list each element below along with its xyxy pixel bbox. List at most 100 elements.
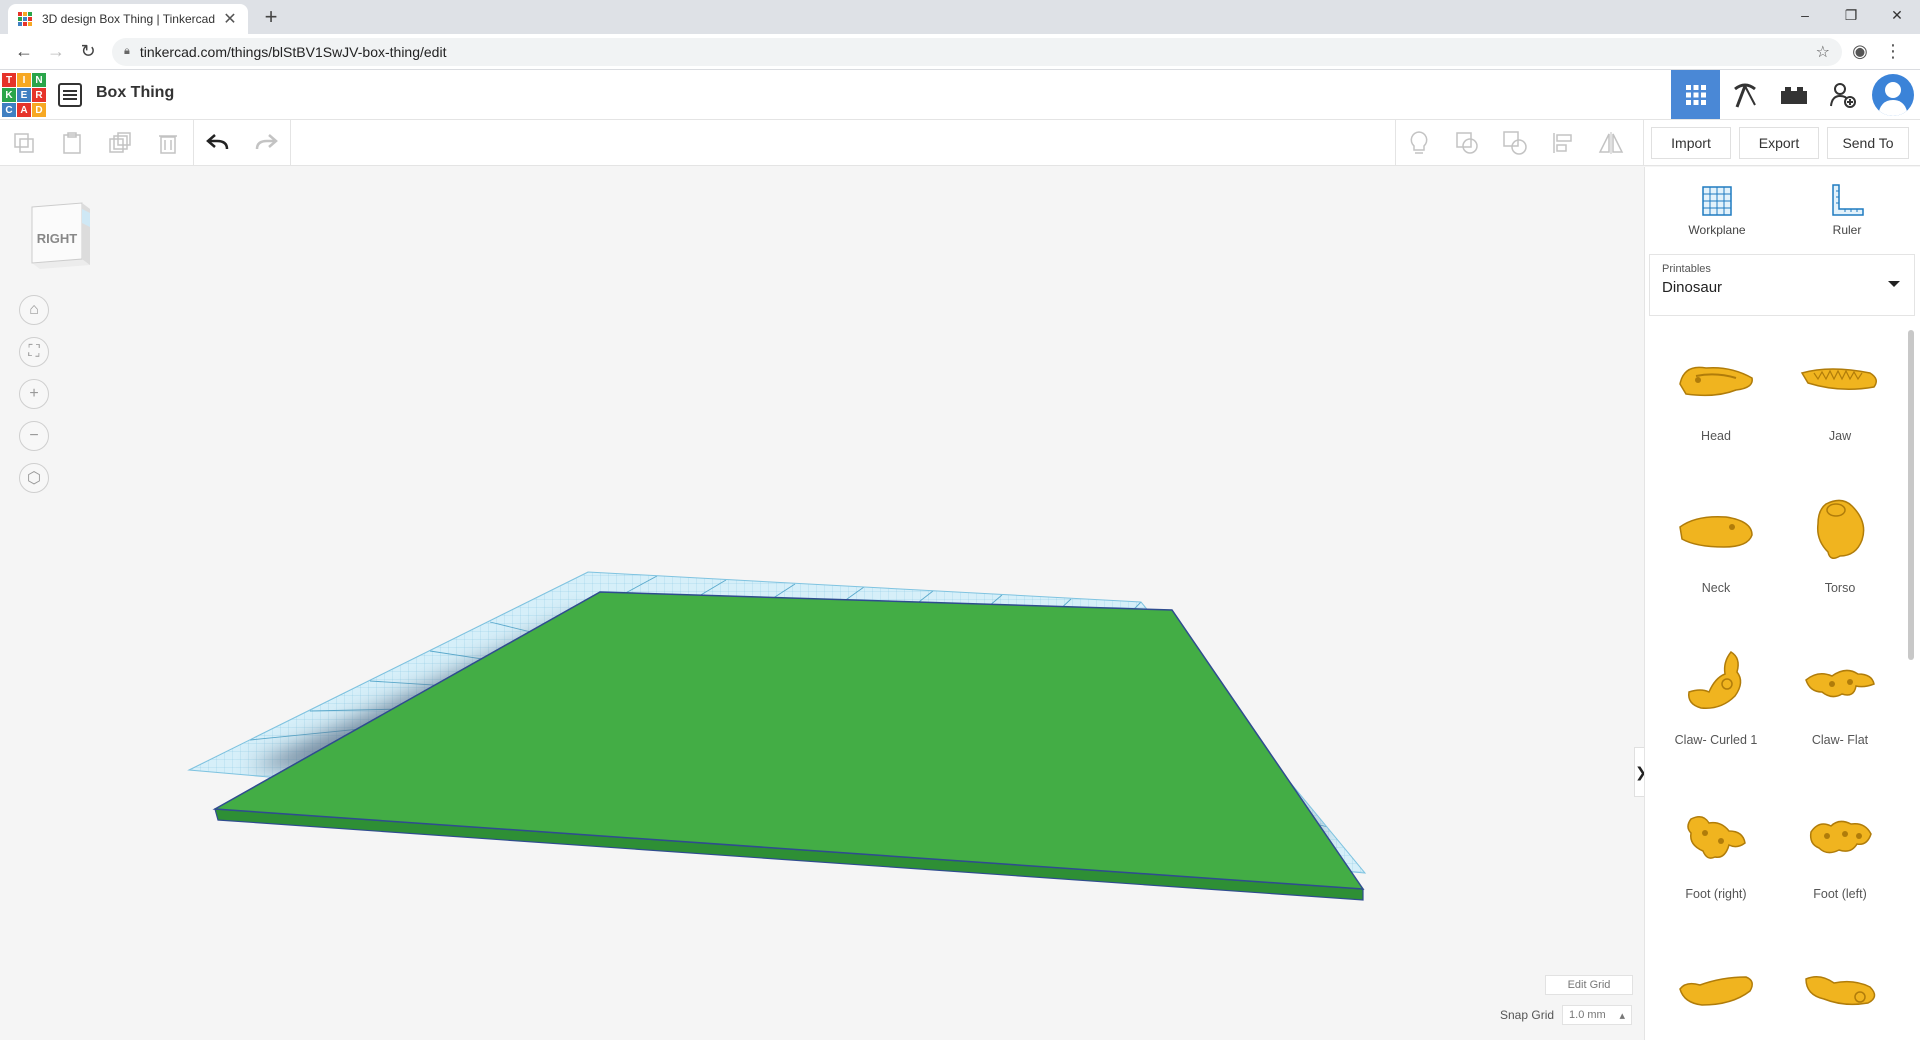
library-caption: Printables <box>1662 263 1711 275</box>
shape-item-claw-curled[interactable]: Claw- Curled 1 <box>1657 633 1775 783</box>
library-value: Dinosaur <box>1662 279 1723 296</box>
shape-label: Neck <box>1701 581 1731 595</box>
logo-letter: N <box>32 73 46 87</box>
align-icon[interactable] <box>1539 120 1587 166</box>
shape-item-jaw[interactable]: Jaw <box>1781 329 1899 479</box>
bookmark-star-icon[interactable]: ☆ <box>1816 42 1830 62</box>
tab-close-icon[interactable]: ✕ <box>222 9 238 29</box>
mode-switcher <box>1671 70 1867 119</box>
shape-label: Claw- Curled 1 <box>1674 733 1758 747</box>
panel-scrollbar[interactable] <box>1908 330 1914 660</box>
3d-scene[interactable] <box>0 167 1644 1040</box>
shape-item-claw-flat[interactable]: Claw- Flat <box>1781 633 1899 783</box>
send-to-button[interactable]: Send To <box>1827 127 1909 159</box>
shape-label: Jaw <box>1828 429 1852 443</box>
dropdown-caret-icon <box>1888 281 1900 287</box>
group-icon[interactable] <box>1443 120 1491 166</box>
forward-arrow-icon[interactable]: → <box>40 41 72 62</box>
snap-grid-select[interactable]: 1.0 mm ▴ <box>1562 1005 1633 1025</box>
box-top[interactable] <box>212 591 1365 890</box>
home-view-icon[interactable]: ⌂ <box>19 295 49 325</box>
ruler-icon <box>1802 179 1892 223</box>
app-header: T I N K E R C A D Box Thing <box>0 70 1920 120</box>
new-tab-button[interactable]: + <box>260 6 282 28</box>
shapes-panel: Workplane Ruler Printables Dinosaur Head… <box>1644 167 1920 1040</box>
duplicate-icon[interactable] <box>96 120 144 166</box>
logo-letter: D <box>32 103 46 117</box>
shape-item-tail-a[interactable] <box>1657 939 1775 1040</box>
lightbulb-icon[interactable] <box>1395 120 1443 166</box>
lock-icon: 🔒︎ <box>124 45 130 57</box>
undo-icon[interactable] <box>194 120 242 166</box>
address-bar: ← → ↻ 🔒︎ tinkercad.com/things/blStBV1SwJ… <box>0 34 1920 70</box>
dino-head-icon <box>1657 329 1775 429</box>
shape-item-head[interactable]: Head <box>1657 329 1775 479</box>
shape-item-foot-right[interactable]: Foot (right) <box>1657 787 1775 937</box>
user-avatar-button[interactable] <box>1865 70 1920 119</box>
logo-letter: T <box>2 73 16 87</box>
view-controls: ⌂ ⛶ + − ⬡ <box>19 295 51 505</box>
edit-grid-button[interactable]: Edit Grid <box>1545 975 1633 995</box>
close-window-button[interactable]: ✕ <box>1874 0 1920 30</box>
workplane-icon <box>1672 179 1762 223</box>
avatar <box>1871 73 1914 116</box>
profile-icon[interactable]: ◉ <box>1842 41 1878 62</box>
dino-foot-right-icon <box>1657 787 1775 887</box>
zoom-in-icon[interactable]: + <box>19 379 49 409</box>
tinkercad-logo[interactable]: T I N K E R C A D <box>2 73 46 117</box>
logo-letter: K <box>2 88 16 102</box>
import-button[interactable]: Import <box>1651 127 1731 159</box>
snap-grid-control: Snap Grid 1.0 mm ▴ <box>1500 1005 1633 1025</box>
copy-icon[interactable] <box>0 120 48 166</box>
workplane-tool[interactable]: Workplane <box>1672 179 1762 237</box>
browser-tab[interactable]: 3D design Box Thing | Tinkercad ✕ <box>8 4 248 34</box>
minimize-button[interactable]: – <box>1782 0 1828 30</box>
mirror-icon[interactable] <box>1587 120 1635 166</box>
ruler-tool[interactable]: Ruler <box>1802 179 1892 237</box>
view-cube[interactable]: RIGHT <box>24 197 94 277</box>
tinkercad-favicon-icon <box>18 12 32 26</box>
shape-item-torso[interactable]: Torso <box>1781 481 1899 631</box>
trash-icon[interactable] <box>144 120 192 166</box>
brick-icon[interactable] <box>1769 70 1818 119</box>
design-list-icon[interactable] <box>58 83 82 107</box>
restore-button[interactable]: ❐ <box>1828 0 1874 30</box>
redo-icon[interactable] <box>242 120 290 166</box>
dino-torso-icon <box>1781 481 1899 581</box>
library-select[interactable]: Printables Dinosaur <box>1649 254 1915 316</box>
paste-icon[interactable] <box>48 120 96 166</box>
design-title[interactable]: Box Thing <box>96 84 174 102</box>
reload-icon[interactable]: ↻ <box>72 41 104 62</box>
kebab-menu-icon[interactable]: ⋮ <box>1878 41 1908 62</box>
logo-letter: I <box>17 73 31 87</box>
export-button[interactable]: Export <box>1739 127 1819 159</box>
dino-claw-flat-icon <box>1781 633 1899 733</box>
dino-tail-icon <box>1657 939 1775 1039</box>
zoom-out-icon[interactable]: − <box>19 421 49 451</box>
logo-letter: C <box>2 103 16 117</box>
fit-view-icon[interactable]: ⛶ <box>19 337 49 367</box>
ungroup-icon[interactable] <box>1491 120 1539 166</box>
snap-grid-label: Snap Grid <box>1500 1008 1555 1022</box>
ruler-label: Ruler <box>1832 223 1862 237</box>
dino-foot-left-icon <box>1781 787 1899 887</box>
shape-item-foot-left[interactable]: Foot (left) <box>1781 787 1899 937</box>
logo-letter: R <box>32 88 46 102</box>
workplane-canvas[interactable]: RIGHT ⌂ ⛶ + − ⬡ Edit Grid Snap Grid 1.0 … <box>0 167 1644 1040</box>
dino-neck-icon <box>1657 481 1775 581</box>
shape-item-tail-b[interactable] <box>1781 939 1899 1040</box>
shape-item-neck[interactable]: Neck <box>1657 481 1775 631</box>
3d-view-grid-icon[interactable] <box>1671 70 1720 119</box>
pickaxe-icon[interactable] <box>1720 70 1769 119</box>
panel-collapse-button[interactable]: ❯ <box>1634 747 1644 797</box>
dino-tail-end-icon <box>1781 939 1899 1039</box>
logo-letter: E <box>17 88 31 102</box>
perspective-cube-icon[interactable]: ⬡ <box>19 463 49 493</box>
dino-jaw-icon <box>1781 329 1899 429</box>
add-user-icon[interactable] <box>1818 70 1867 119</box>
back-arrow-icon[interactable]: ← <box>8 41 40 62</box>
url-field[interactable]: 🔒︎ tinkercad.com/things/blStBV1SwJV-box-… <box>112 37 1842 66</box>
shape-grid: Head Jaw Neck Torso Claw- Curled 1 Claw-… <box>1649 329 1909 1040</box>
shape-label: Foot (right) <box>1685 887 1747 901</box>
shape-label: Head <box>1701 429 1731 443</box>
